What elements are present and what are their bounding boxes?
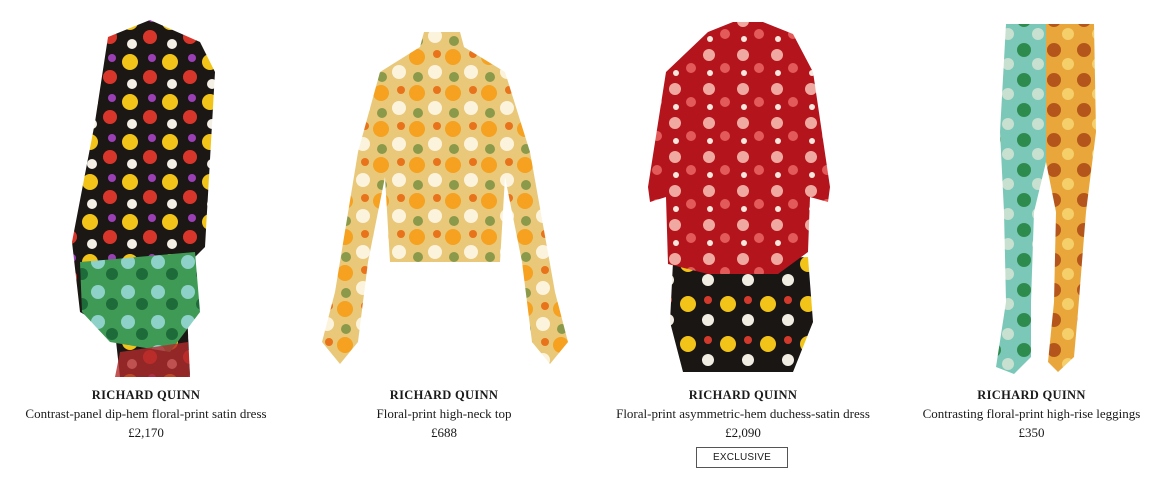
product-name[interactable]: Contrast-panel dip-hem floral-print sati…: [0, 406, 292, 422]
product-price: £2,170: [128, 425, 164, 440]
product-card[interactable]: RICHARD QUINN Floral-print asymmetric-he…: [598, 0, 888, 478]
product-card[interactable]: RICHARD QUINN Contrasting floral-print h…: [896, 0, 1167, 478]
product-brand[interactable]: RICHARD QUINN: [598, 388, 888, 403]
dress-image[interactable]: [598, 12, 888, 377]
product-price: £2,090: [725, 425, 761, 440]
product-name[interactable]: Contrasting floral-print high-rise leggi…: [896, 406, 1167, 422]
product-brand[interactable]: RICHARD QUINN: [896, 388, 1167, 403]
product-name[interactable]: Floral-print high-neck top: [300, 406, 588, 422]
leggings-image[interactable]: [896, 12, 1167, 377]
product-price: £350: [1018, 425, 1045, 440]
product-brand[interactable]: RICHARD QUINN: [300, 388, 588, 403]
exclusive-badge: EXCLUSIVE: [696, 447, 788, 468]
product-brand[interactable]: RICHARD QUINN: [0, 388, 292, 403]
product-card[interactable]: RICHARD QUINN Floral-print high-neck top…: [300, 0, 588, 478]
top-image[interactable]: [300, 12, 588, 377]
product-card[interactable]: RICHARD QUINN Contrast-panel dip-hem flo…: [0, 0, 292, 478]
product-price: £688: [431, 425, 457, 440]
product-name[interactable]: Floral-print asymmetric-hem duchess-sati…: [598, 406, 888, 422]
dress-image[interactable]: [0, 12, 292, 377]
